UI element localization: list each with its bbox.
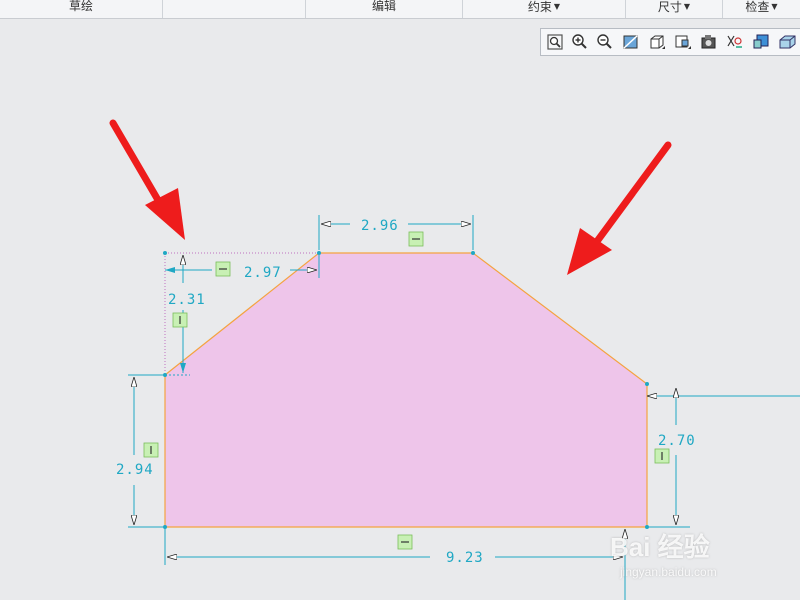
dimension-bottom-width[interactable]: 9.23 — [446, 550, 484, 566]
ribbon-group-sketch[interactable]: 草绘 — [0, 0, 163, 18]
vertical-constraint-icon[interactable] — [143, 442, 159, 458]
ribbon-group-label: 草绘 — [68, 0, 93, 13]
ribbon-group-label: 检查 — [745, 0, 770, 14]
dimension-top[interactable]: 2.96 — [361, 218, 399, 234]
vertical-constraint-icon[interactable] — [172, 312, 188, 328]
ribbon-bar: 草绘 编辑 约束 ▼ 尺寸 ▼ 检查 ▼ — [0, 0, 800, 19]
watermark: Bai 经验 jingyan.baidu.com — [610, 527, 800, 587]
watermark-url: jingyan.baidu.com — [620, 565, 717, 579]
ribbon-group-label: 尺寸 — [657, 0, 682, 14]
annotation-arrow-left — [109, 119, 185, 240]
horizontal-constraint-icon[interactable] — [215, 261, 231, 277]
ribbon-group-dimension[interactable]: 尺寸 ▼ — [626, 0, 723, 18]
dimension-chamfer-horizontal[interactable]: 2.97 — [244, 265, 282, 281]
vertical-constraint-icon[interactable] — [654, 448, 670, 464]
ribbon-group-label: 编辑 — [371, 0, 396, 13]
annotation-arrow-right — [567, 141, 672, 275]
dimension-left-height[interactable]: 2.94 — [116, 462, 154, 478]
ribbon-group-edit[interactable]: 编辑 — [305, 0, 463, 18]
horizontal-constraint-icon[interactable] — [397, 534, 413, 550]
sketch-canvas[interactable]: 2.96 2.97 2.31 2.94 2.70 9.23 — [0, 19, 800, 600]
chevron-down-icon: ▼ — [553, 2, 561, 11]
horizontal-constraint-icon[interactable] — [408, 231, 424, 247]
chevron-down-icon: ▼ — [683, 2, 691, 11]
ribbon-group-constrain[interactable]: 约束 ▼ — [463, 0, 626, 18]
chevron-down-icon: ▼ — [771, 2, 778, 11]
ribbon-group-label: 约束 — [527, 0, 552, 14]
dimension-right-height[interactable]: 2.70 — [658, 433, 696, 449]
dimension-chamfer-vertical[interactable]: 2.31 — [168, 292, 206, 308]
sketch-profile[interactable] — [164, 252, 648, 528]
ribbon-group-inspect[interactable]: 检查 ▼ — [723, 0, 800, 18]
watermark-brand: Bai 经验 — [610, 532, 710, 562]
